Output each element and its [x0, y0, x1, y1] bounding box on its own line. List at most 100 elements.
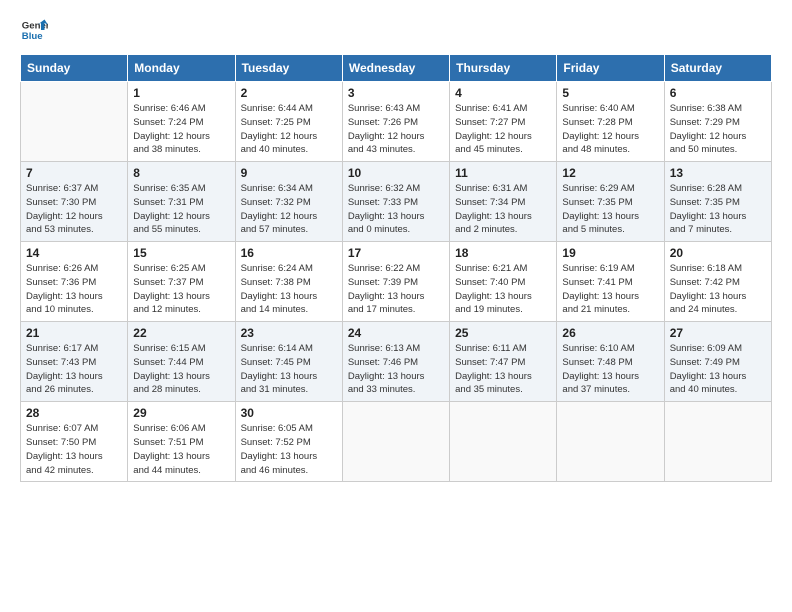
day-info: Sunrise: 6:07 AM Sunset: 7:50 PM Dayligh… [26, 422, 122, 477]
calendar-cell: 27Sunrise: 6:09 AM Sunset: 7:49 PM Dayli… [664, 322, 771, 402]
calendar-cell: 9 Sunrise: 6:34 AM Sunset: 7:32 PM Daylig… [235, 162, 342, 242]
calendar-cell: 11 Sunrise: 6:31 AM Sunset: 7:34 PM Dayli… [450, 162, 557, 242]
calendar-cell: 7 Sunrise: 6:37 AM Sunset: 7:30 PM Daylig… [21, 162, 128, 242]
calendar-cell: 8Sunrise: 6:35 AM Sunset: 7:31 PM Daylig… [128, 162, 235, 242]
day-info: Sunrise: 6:15 AM Sunset: 7:44 PM Dayligh… [133, 342, 229, 397]
calendar-week-row: 14Sunrise: 6:26 AM Sunset: 7:36 PM Dayli… [21, 242, 772, 322]
day-info: Sunrise: 6:41 AM Sunset: 7:27 PM Dayligh… [455, 102, 551, 157]
calendar-cell: 10Sunrise: 6:32 AM Sunset: 7:33 PM Dayli… [342, 162, 449, 242]
day-number: 5 [562, 86, 658, 100]
calendar-cell: 3 Sunrise: 6:43 AM Sunset: 7:26 PM Daylig… [342, 82, 449, 162]
svg-text:Blue: Blue [22, 31, 43, 42]
calendar-cell: 13 Sunrise: 6:28 AM Sunset: 7:35 PM Dayli… [664, 162, 771, 242]
day-number: 9 [241, 166, 337, 180]
day-number: 19 [562, 246, 658, 260]
calendar-header-row: SundayMondayTuesdayWednesdayThursdayFrid… [21, 55, 772, 82]
day-info: Sunrise: 6:14 AM Sunset: 7:45 PM Dayligh… [241, 342, 337, 397]
day-info: Sunrise: 6:35 AM Sunset: 7:31 PM Dayligh… [133, 182, 229, 237]
calendar-cell: 4 Sunrise: 6:41 AM Sunset: 7:27 PM Daylig… [450, 82, 557, 162]
logo: General Blue [20, 16, 48, 44]
day-number: 23 [241, 326, 337, 340]
calendar-cell: 26Sunrise: 6:10 AM Sunset: 7:48 PM Dayli… [557, 322, 664, 402]
day-info: Sunrise: 6:46 AM Sunset: 7:24 PM Dayligh… [133, 102, 229, 157]
calendar-cell: 19 Sunrise: 6:19 AM Sunset: 7:41 PM Dayli… [557, 242, 664, 322]
col-header-sunday: Sunday [21, 55, 128, 82]
day-number: 6 [670, 86, 766, 100]
day-number: 28 [26, 406, 122, 420]
day-info: Sunrise: 6:21 AM Sunset: 7:40 PM Dayligh… [455, 262, 551, 317]
day-info: Sunrise: 6:32 AM Sunset: 7:33 PM Dayligh… [348, 182, 444, 237]
calendar-cell: 16 Sunrise: 6:24 AM Sunset: 7:38 PM Dayli… [235, 242, 342, 322]
calendar-cell: 22 Sunrise: 6:15 AM Sunset: 7:44 PM Dayli… [128, 322, 235, 402]
day-info: Sunrise: 6:43 AM Sunset: 7:26 PM Dayligh… [348, 102, 444, 157]
col-header-wednesday: Wednesday [342, 55, 449, 82]
day-info: Sunrise: 6:38 AM Sunset: 7:29 PM Dayligh… [670, 102, 766, 157]
day-number: 21 [26, 326, 122, 340]
calendar-cell [21, 82, 128, 162]
day-number: 13 [670, 166, 766, 180]
calendar-week-row: 28 Sunrise: 6:07 AM Sunset: 7:50 PM Dayli… [21, 402, 772, 482]
page-header: General Blue [20, 16, 772, 44]
calendar-cell [342, 402, 449, 482]
calendar-cell: 6 Sunrise: 6:38 AM Sunset: 7:29 PM Daylig… [664, 82, 771, 162]
calendar-cell: 14Sunrise: 6:26 AM Sunset: 7:36 PM Dayli… [21, 242, 128, 322]
col-header-tuesday: Tuesday [235, 55, 342, 82]
calendar-week-row: 21 Sunrise: 6:17 AM Sunset: 7:43 PM Dayli… [21, 322, 772, 402]
day-info: Sunrise: 6:25 AM Sunset: 7:37 PM Dayligh… [133, 262, 229, 317]
calendar-week-row: 7 Sunrise: 6:37 AM Sunset: 7:30 PM Daylig… [21, 162, 772, 242]
day-info: Sunrise: 6:19 AM Sunset: 7:41 PM Dayligh… [562, 262, 658, 317]
day-info: Sunrise: 6:40 AM Sunset: 7:28 PM Dayligh… [562, 102, 658, 157]
calendar-cell [450, 402, 557, 482]
day-number: 4 [455, 86, 551, 100]
calendar-cell: 5 Sunrise: 6:40 AM Sunset: 7:28 PM Daylig… [557, 82, 664, 162]
day-info: Sunrise: 6:06 AM Sunset: 7:51 PM Dayligh… [133, 422, 229, 477]
day-info: Sunrise: 6:37 AM Sunset: 7:30 PM Dayligh… [26, 182, 122, 237]
day-number: 12 [562, 166, 658, 180]
day-info: Sunrise: 6:24 AM Sunset: 7:38 PM Dayligh… [241, 262, 337, 317]
day-info: Sunrise: 6:31 AM Sunset: 7:34 PM Dayligh… [455, 182, 551, 237]
day-number: 22 [133, 326, 229, 340]
day-info: Sunrise: 6:34 AM Sunset: 7:32 PM Dayligh… [241, 182, 337, 237]
day-info: Sunrise: 6:28 AM Sunset: 7:35 PM Dayligh… [670, 182, 766, 237]
day-number: 24 [348, 326, 444, 340]
calendar-cell: 25 Sunrise: 6:11 AM Sunset: 7:47 PM Dayli… [450, 322, 557, 402]
calendar-cell: 18 Sunrise: 6:21 AM Sunset: 7:40 PM Dayli… [450, 242, 557, 322]
day-number: 3 [348, 86, 444, 100]
calendar-cell: 28 Sunrise: 6:07 AM Sunset: 7:50 PM Dayli… [21, 402, 128, 482]
day-info: Sunrise: 6:18 AM Sunset: 7:42 PM Dayligh… [670, 262, 766, 317]
calendar-cell [557, 402, 664, 482]
calendar-week-row: 1 Sunrise: 6:46 AM Sunset: 7:24 PM Daylig… [21, 82, 772, 162]
day-info: Sunrise: 6:17 AM Sunset: 7:43 PM Dayligh… [26, 342, 122, 397]
calendar-cell: 29 Sunrise: 6:06 AM Sunset: 7:51 PM Dayli… [128, 402, 235, 482]
col-header-friday: Friday [557, 55, 664, 82]
calendar-cell [664, 402, 771, 482]
day-number: 18 [455, 246, 551, 260]
day-info: Sunrise: 6:10 AM Sunset: 7:48 PM Dayligh… [562, 342, 658, 397]
col-header-monday: Monday [128, 55, 235, 82]
calendar-cell: 12 Sunrise: 6:29 AM Sunset: 7:35 PM Dayli… [557, 162, 664, 242]
day-number: 20 [670, 246, 766, 260]
day-info: Sunrise: 6:11 AM Sunset: 7:47 PM Dayligh… [455, 342, 551, 397]
day-number: 7 [26, 166, 122, 180]
day-info: Sunrise: 6:05 AM Sunset: 7:52 PM Dayligh… [241, 422, 337, 477]
calendar-cell: 17 Sunrise: 6:22 AM Sunset: 7:39 PM Dayli… [342, 242, 449, 322]
calendar-cell: 20 Sunrise: 6:18 AM Sunset: 7:42 PM Dayli… [664, 242, 771, 322]
day-number: 14 [26, 246, 122, 260]
day-info: Sunrise: 6:29 AM Sunset: 7:35 PM Dayligh… [562, 182, 658, 237]
day-number: 16 [241, 246, 337, 260]
calendar-cell: 2Sunrise: 6:44 AM Sunset: 7:25 PM Daylig… [235, 82, 342, 162]
day-number: 17 [348, 246, 444, 260]
calendar-cell: 30 Sunrise: 6:05 AM Sunset: 7:52 PM Dayli… [235, 402, 342, 482]
calendar-cell: 21 Sunrise: 6:17 AM Sunset: 7:43 PM Dayli… [21, 322, 128, 402]
day-number: 11 [455, 166, 551, 180]
day-info: Sunrise: 6:44 AM Sunset: 7:25 PM Dayligh… [241, 102, 337, 157]
day-number: 29 [133, 406, 229, 420]
day-info: Sunrise: 6:13 AM Sunset: 7:46 PM Dayligh… [348, 342, 444, 397]
day-info: Sunrise: 6:22 AM Sunset: 7:39 PM Dayligh… [348, 262, 444, 317]
day-number: 25 [455, 326, 551, 340]
col-header-thursday: Thursday [450, 55, 557, 82]
day-number: 1 [133, 86, 229, 100]
day-number: 30 [241, 406, 337, 420]
logo-icon: General Blue [20, 16, 48, 44]
calendar-cell: 1 Sunrise: 6:46 AM Sunset: 7:24 PM Daylig… [128, 82, 235, 162]
